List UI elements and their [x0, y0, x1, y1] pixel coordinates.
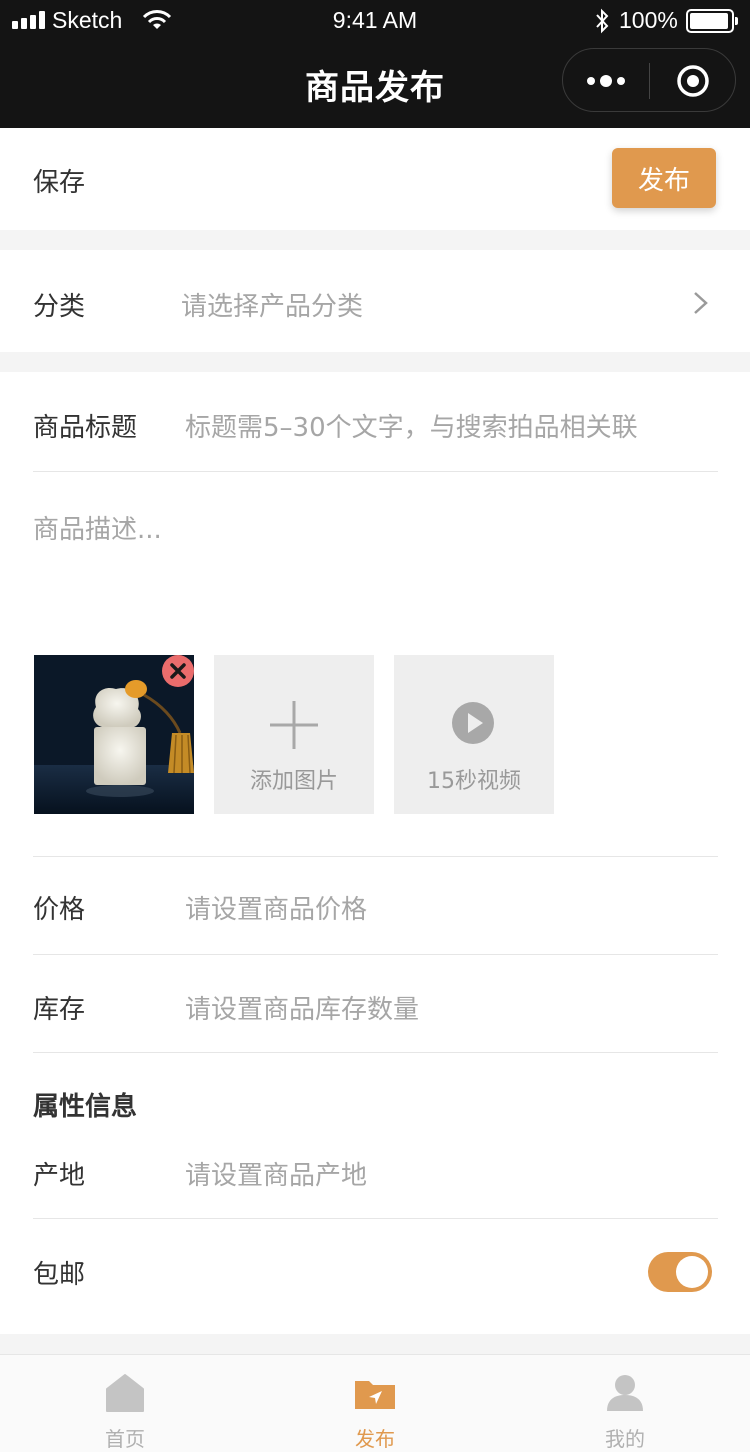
divider	[33, 1052, 718, 1053]
product-form: 商品标题 标题需5–30个文字，与搜索拍品相关联 商品描述... 价格 请设置商…	[0, 372, 750, 1334]
battery-icon	[686, 9, 738, 33]
origin-input[interactable]: 请设置商品产地	[185, 1155, 367, 1192]
tab-home[interactable]: 首页	[0, 1355, 250, 1452]
title-label: 商品标题	[33, 413, 138, 443]
tab-publish[interactable]: 发布	[250, 1355, 500, 1452]
plus-icon	[270, 701, 318, 749]
user-icon	[607, 1375, 643, 1411]
add-image-label: 添加图片	[249, 769, 338, 794]
tab-mine[interactable]: 我的	[500, 1355, 750, 1452]
remove-photo-button[interactable]	[162, 655, 194, 687]
home-icon	[106, 1374, 144, 1412]
tab-home-label: 首页	[105, 1427, 145, 1451]
more-dot-icon	[600, 75, 612, 87]
publish-folder-icon	[355, 1381, 395, 1409]
close-icon	[170, 663, 186, 679]
chevron-right-icon	[694, 292, 708, 314]
more-dot-icon	[617, 77, 625, 85]
price-input[interactable]: 请设置商品价格	[185, 889, 367, 926]
tab-mine-label: 我的	[605, 1427, 645, 1451]
tab-bar: 首页 发布 我的	[0, 1354, 750, 1452]
description-input[interactable]: 商品描述...	[33, 509, 162, 546]
title-input[interactable]: 标题需5–30个文字，与搜索拍品相关联	[185, 407, 638, 444]
target-icon	[677, 65, 709, 97]
price-label: 价格	[33, 895, 86, 925]
attributes-heading: 属性信息	[33, 1092, 138, 1122]
category-placeholder: 请选择产品分类	[181, 292, 364, 322]
play-icon	[452, 702, 494, 744]
bluetooth-icon	[596, 8, 609, 34]
battery-percent: 100%	[619, 7, 678, 33]
shipping-label: 包邮	[33, 1260, 86, 1290]
video-label: 15秒视频	[427, 769, 521, 794]
origin-label: 产地	[33, 1161, 86, 1191]
publish-button[interactable]: 发布	[612, 148, 716, 208]
divider	[33, 954, 718, 955]
divider	[33, 856, 718, 857]
product-photo[interactable]	[34, 655, 194, 814]
category-row[interactable]: 分类 请选择产品分类	[0, 250, 750, 352]
top-bar: Sketch 9:41 AM 100% 商品发布	[0, 0, 750, 128]
add-image-button[interactable]: 添加图片	[214, 655, 374, 814]
close-button[interactable]	[650, 49, 736, 113]
divider	[33, 471, 718, 472]
status-bar: Sketch 9:41 AM 100%	[0, 0, 750, 42]
stock-label: 库存	[33, 995, 86, 1025]
free-shipping-toggle[interactable]	[648, 1252, 712, 1292]
toggle-knob	[676, 1256, 708, 1288]
save-button[interactable]: 保存	[33, 162, 85, 199]
mini-program-capsule	[562, 48, 736, 112]
category-label: 分类	[33, 292, 86, 322]
divider	[33, 1218, 718, 1219]
stock-input[interactable]: 请设置商品库存数量	[185, 989, 419, 1026]
add-video-button[interactable]: 15秒视频	[394, 655, 554, 814]
tab-publish-label: 发布	[355, 1427, 395, 1451]
more-button[interactable]	[563, 49, 649, 113]
more-dot-icon	[587, 77, 595, 85]
